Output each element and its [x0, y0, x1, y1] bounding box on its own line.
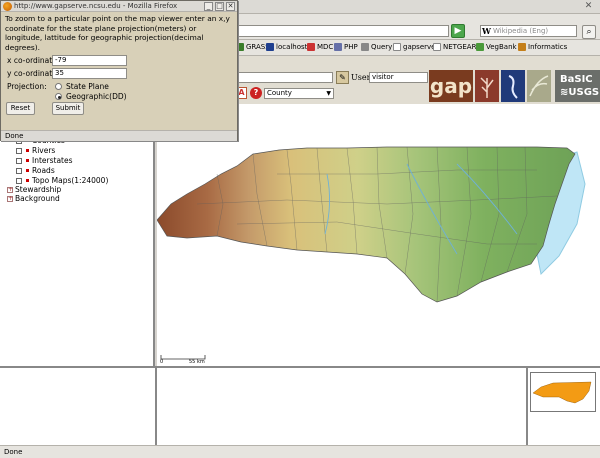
plant-logo-icon: [475, 70, 499, 102]
user-icon[interactable]: ✎: [336, 71, 349, 84]
radio-geographic[interactable]: Geographic(DD): [55, 92, 127, 101]
bookmark-localhost[interactable]: localhost: [266, 43, 307, 51]
checkbox[interactable]: [16, 177, 22, 184]
help-icon[interactable]: ?: [250, 87, 262, 99]
legend-group-stewardship[interactable]: + Stewardship: [7, 185, 61, 194]
overview-map-graphic: [532, 381, 592, 404]
query-icon: [361, 43, 369, 51]
layer-select-value: County: [267, 89, 292, 97]
bottom-panel: [0, 366, 600, 445]
heron-logo-icon: [501, 70, 525, 102]
basic-usgs-logo: BaSIC ≋USGS: [555, 70, 600, 102]
legend-item-roads[interactable]: Roads: [16, 166, 55, 175]
informatics-icon: [518, 43, 526, 51]
close-icon[interactable]: ✕: [226, 2, 235, 11]
x-coordinate-label: x co-ordinate: [7, 56, 57, 65]
y-coordinate-label: y co-ordinate: [7, 69, 57, 78]
gap-logo: gap: [429, 70, 473, 102]
expand-icon[interactable]: +: [7, 186, 13, 193]
mdc-icon: [307, 43, 315, 51]
layer-select[interactable]: County ▼: [264, 88, 334, 99]
maximize-icon[interactable]: □: [215, 2, 224, 11]
url-bar[interactable]: [238, 25, 449, 37]
location-input[interactable]: [236, 72, 333, 83]
bullet-icon: [26, 149, 29, 152]
search-icon[interactable]: ⌕: [582, 25, 596, 39]
main-status-bar: Done: [0, 445, 600, 458]
reset-button[interactable]: Reset: [6, 102, 35, 115]
popup-status-bar: Done: [1, 130, 237, 141]
vegbank-icon: [476, 43, 484, 51]
bullet-icon: [26, 169, 29, 172]
popup-content: To zoom to a particular point on the map…: [1, 12, 237, 130]
bookmark-netgear[interactable]: NETGEAR: [433, 43, 476, 51]
bookmark-grass[interactable]: GRASS: [236, 43, 270, 51]
php-icon: [334, 43, 342, 51]
x-coordinate-input[interactable]: -79: [52, 55, 127, 66]
bookmark-php[interactable]: PHP: [334, 43, 358, 51]
bullet-icon: [26, 159, 29, 162]
checkbox[interactable]: [16, 167, 22, 174]
firefox-icon: [3, 2, 12, 11]
nc-relief-map[interactable]: [156, 104, 600, 366]
submit-button[interactable]: Submit: [52, 102, 84, 115]
expand-icon[interactable]: +: [7, 195, 13, 202]
search-placeholder: Wikipedia (Eng): [493, 27, 549, 35]
legend-item-interstates[interactable]: Interstates: [16, 156, 73, 165]
scale-end: 55 km: [189, 359, 205, 365]
legend-item-topo-maps[interactable]: Topo Maps(1:24000): [16, 176, 108, 185]
localhost-icon: [266, 43, 274, 51]
bookmark-informatics[interactable]: Informatics: [518, 43, 567, 51]
habitat-logo-icon: [527, 70, 551, 102]
y-coordinate-input[interactable]: 35: [52, 68, 127, 79]
minimize-icon[interactable]: _: [204, 2, 213, 11]
radio-button-selected[interactable]: [55, 93, 62, 100]
scale-bar: 0 55 km: [160, 354, 212, 366]
checkbox[interactable]: [16, 157, 22, 164]
search-input[interactable]: Wikipedia (Eng): [480, 25, 577, 37]
user-input[interactable]: visitor: [369, 72, 428, 83]
north-carolina-shape: [156, 146, 576, 303]
wikipedia-icon: W: [482, 26, 491, 36]
legend-panel: Counties Rivers Interstates Roads Topo M…: [0, 104, 155, 366]
projection-label: Projection:: [7, 82, 47, 91]
popup-title: http://www.gapserve.ncsu.edu - Mozilla F…: [14, 2, 178, 10]
overview-map[interactable]: [530, 372, 596, 412]
panel-divider: [526, 366, 528, 445]
close-icon[interactable]: ✕: [583, 2, 594, 12]
usgs-logo-text: ≋USGS: [560, 87, 600, 98]
bullet-icon: [26, 179, 29, 182]
page-icon: [433, 43, 441, 51]
bookmark-vegbank[interactable]: VegBank: [476, 43, 517, 51]
scale-start: 0: [160, 359, 164, 365]
go-button[interactable]: ▶: [451, 24, 465, 38]
panel-divider: [155, 366, 157, 445]
bookmark-query[interactable]: Query: [361, 43, 392, 51]
chevron-down-icon: ▼: [326, 90, 331, 97]
bookmark-gapserve[interactable]: gapserve: [393, 43, 435, 51]
legend-group-background[interactable]: + Background: [7, 194, 60, 203]
radio-button[interactable]: [55, 83, 62, 90]
radio-state-plane[interactable]: State Plane: [55, 82, 109, 91]
page-icon: [393, 43, 401, 51]
zoom-to-point-popup: http://www.gapserve.ncsu.edu - Mozilla F…: [0, 0, 238, 141]
basic-logo-text: BaSIC: [560, 74, 593, 85]
checkbox[interactable]: [16, 147, 22, 154]
instructions-text: To zoom to a particular point on the map…: [5, 14, 230, 52]
map-viewer[interactable]: [156, 104, 600, 366]
bookmark-mdc[interactable]: MDC: [307, 43, 333, 51]
legend-item-rivers[interactable]: Rivers: [16, 146, 55, 155]
